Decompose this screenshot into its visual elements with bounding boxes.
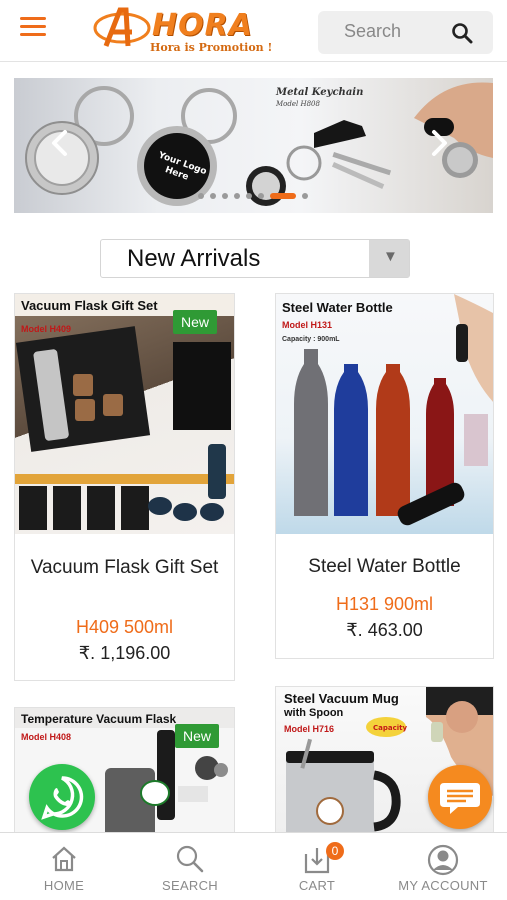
cart-count-badge: 0 [326,842,344,860]
logo-tagline: Hora is Promotion ! [150,41,273,54]
carousel-dot[interactable] [246,193,252,199]
product-card-vacuum-flask-gift-set[interactable]: Vacuum Flask Gift Set Model H409 New Vac… [14,293,235,681]
carousel-dot[interactable] [222,193,228,199]
carousel-dot-active[interactable] [270,193,296,199]
user-icon [427,844,459,876]
carousel-dot[interactable] [210,193,216,199]
nav-search-label: SEARCH [162,878,218,893]
product-image-model: Model H131 [282,320,333,330]
search-placeholder: Search [344,21,402,41]
product-card-steel-water-bottle[interactable]: Steel Water Bottle Model H131 Capacity :… [275,293,494,659]
product-image: Vacuum Flask Gift Set Model H409 New [15,294,234,534]
product-code: H409 500ml [75,617,174,637]
logo-text: HORA [152,8,253,43]
carousel-caption-model: Model H808 [276,100,320,108]
hora-logo[interactable]: HORA Hora is Promotion ! [92,6,272,56]
carousel-dot[interactable] [198,193,204,199]
whatsapp-icon [41,776,84,820]
product-name[interactable]: Steel Water Bottle [276,556,493,578]
product-code: H131 900ml [335,594,434,614]
steel-bottles-illustration [294,294,493,526]
chevron-right-icon[interactable] [427,128,453,158]
bottom-navigation: HOME SEARCH CART 0 MY ACCOUNT [0,832,507,900]
whatsapp-button[interactable] [29,764,95,830]
product-image-title: Temperature Vacuum Flask [21,712,177,726]
section-dropdown[interactable]: New Arrivals ▼ [100,239,410,278]
carousel-dot[interactable] [302,193,308,199]
carousel-slide-image: Your Logo Here [25,82,493,206]
search-input[interactable]: Search [318,11,493,54]
nav-my-account[interactable]: MY ACCOUNT [393,833,493,900]
nav-cart-label: CART [298,878,336,893]
app-header: HORA Hora is Promotion ! Search [0,0,507,62]
promo-carousel[interactable]: Your Logo Here Metal Keychain Model H808 [14,78,493,213]
dropdown-caret[interactable]: ▼ [369,240,409,277]
product-image-title: Steel Vacuum Mug [284,691,399,706]
product-image: Steel Water Bottle Model H131 Capacity :… [276,294,493,534]
product-image-title: Steel Water Bottle [282,300,393,315]
search-icon[interactable] [451,22,473,44]
chevron-left-icon[interactable] [46,128,72,158]
carousel-dot[interactable] [258,193,264,199]
svg-text:Capacity: Capacity [373,724,407,732]
product-image-model: Model H716 [284,724,335,734]
carousel-dot[interactable] [234,193,240,199]
product-image-title: Vacuum Flask Gift Set [21,298,158,313]
product-image-model: Model H409 [21,324,72,334]
product-image-capacity: Capacity : 900mL [282,336,340,343]
carousel-caption: Metal Keychain [276,87,364,98]
new-badge: New [173,310,218,334]
home-icon [52,846,76,872]
nav-home-label: HOME [43,878,85,893]
chat-icon [440,783,480,814]
section-dropdown-value: New Arrivals [127,245,261,272]
new-badge: New [175,724,220,748]
menu-icon[interactable] [20,17,46,39]
nav-search[interactable]: SEARCH [150,833,230,900]
live-chat-button[interactable] [428,765,492,829]
logo-emblem-icon [93,7,151,47]
nav-cart[interactable]: CART [277,833,357,900]
product-price: ₹. 1,196.00 [78,643,171,663]
nav-my-account-label: MY ACCOUNT [398,878,488,893]
product-image-model: Model H408 [21,732,72,742]
product-name[interactable]: Vacuum Flask Gift Set [15,557,234,579]
product-price: ₹. 463.00 [346,620,423,640]
chevron-down-icon: ▼ [383,248,398,265]
nav-home[interactable]: HOME [24,833,104,900]
search-icon [176,845,204,873]
product-image-subtitle: with Spoon [284,707,344,719]
